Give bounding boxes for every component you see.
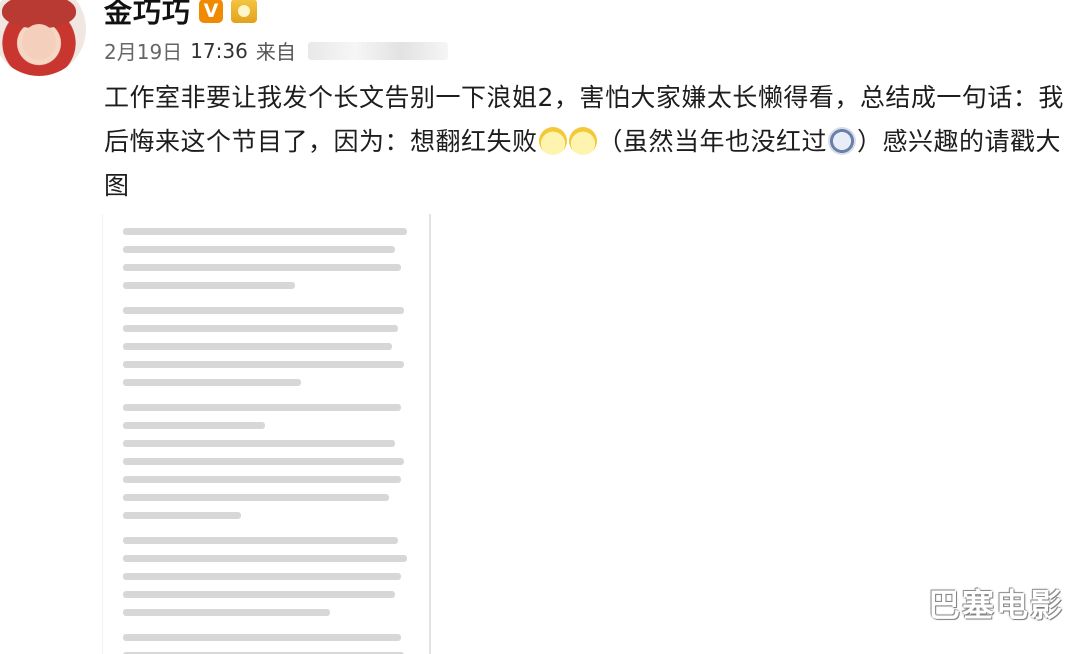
watermark: 巴塞电影 <box>927 586 1064 624</box>
post-text: 工作室非要让我发个长文告别一下浪姐2，害怕大家嫌太长懒得看，总结成一句话：我后悔… <box>104 76 1064 208</box>
image-paragraph <box>123 537 419 616</box>
username[interactable]: 金巧巧 <box>104 0 191 31</box>
post-meta: 2月19日 17:36 来自 <box>104 36 448 65</box>
verified-badge-icon: V <box>199 0 224 23</box>
post-time: 17:36 <box>190 38 248 63</box>
avatar-face <box>22 24 56 60</box>
medal-icon <box>231 0 258 23</box>
blurred-source <box>307 41 448 60</box>
user-line: 金巧巧 V <box>104 0 258 31</box>
attached-image[interactable] <box>102 214 431 654</box>
crying-emoji-icon <box>828 127 857 155</box>
post-source-prefix: 来自 <box>255 40 296 64</box>
image-paragraph <box>123 307 419 386</box>
image-paragraph <box>123 228 419 289</box>
bear-emoji-icon <box>568 127 597 155</box>
bear-emoji-icon <box>538 127 567 155</box>
image-paragraph <box>123 404 419 519</box>
avatar[interactable] <box>0 0 86 76</box>
post-date: 2月19日 <box>104 40 183 64</box>
image-paragraph <box>123 634 419 654</box>
post-text-segment: （虽然当年也没红过 <box>597 127 828 156</box>
